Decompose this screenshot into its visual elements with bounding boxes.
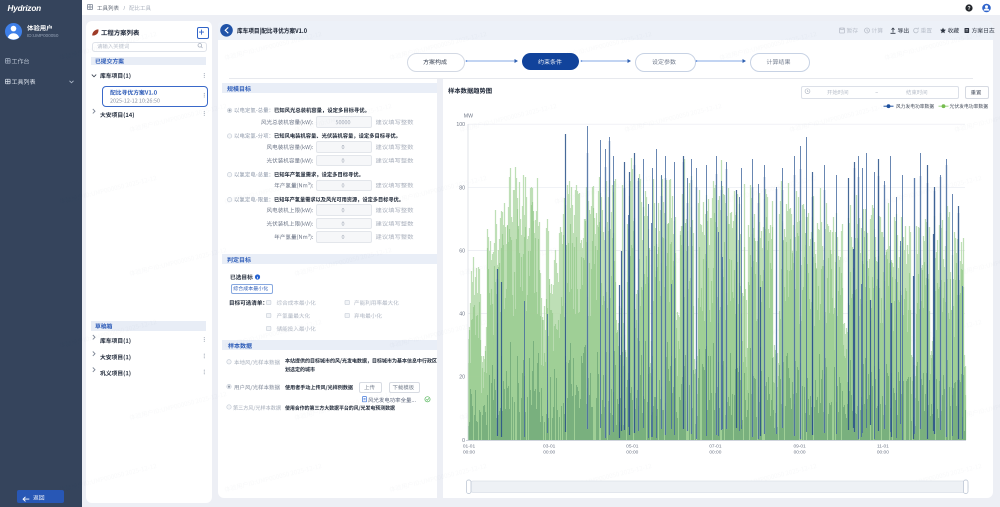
svg-text:00:00: 00:00	[463, 449, 475, 455]
svg-text:~: ~	[875, 90, 878, 96]
svg-text:/: /	[124, 6, 126, 12]
svg-text:00:00: 00:00	[543, 449, 555, 455]
svg-text:40: 40	[459, 312, 465, 318]
svg-text:MW: MW	[464, 113, 473, 119]
svg-text:05-01: 05-01	[626, 444, 639, 450]
svg-text:03-01: 03-01	[543, 444, 556, 450]
svg-text:Hydrizon: Hydrizon	[8, 4, 42, 13]
svg-text:80: 80	[459, 185, 465, 191]
svg-text:100: 100	[456, 122, 465, 128]
svg-text:11-01: 11-01	[877, 444, 889, 450]
svg-text:ID:UMP000050: ID:UMP000050	[27, 33, 59, 38]
svg-text:00:00: 00:00	[877, 449, 889, 455]
svg-text:00:00: 00:00	[626, 449, 638, 455]
svg-text:20: 20	[459, 375, 465, 381]
svg-text:60: 60	[459, 248, 465, 254]
svg-text:00:00: 00:00	[709, 449, 721, 455]
svg-text:0: 0	[462, 438, 465, 444]
svg-text:?: ?	[967, 6, 970, 12]
svg-text:09-01: 09-01	[793, 444, 806, 450]
svg-text:07-01: 07-01	[709, 444, 722, 450]
svg-text:00:00: 00:00	[794, 449, 806, 455]
svg-text:01-01: 01-01	[463, 444, 476, 450]
